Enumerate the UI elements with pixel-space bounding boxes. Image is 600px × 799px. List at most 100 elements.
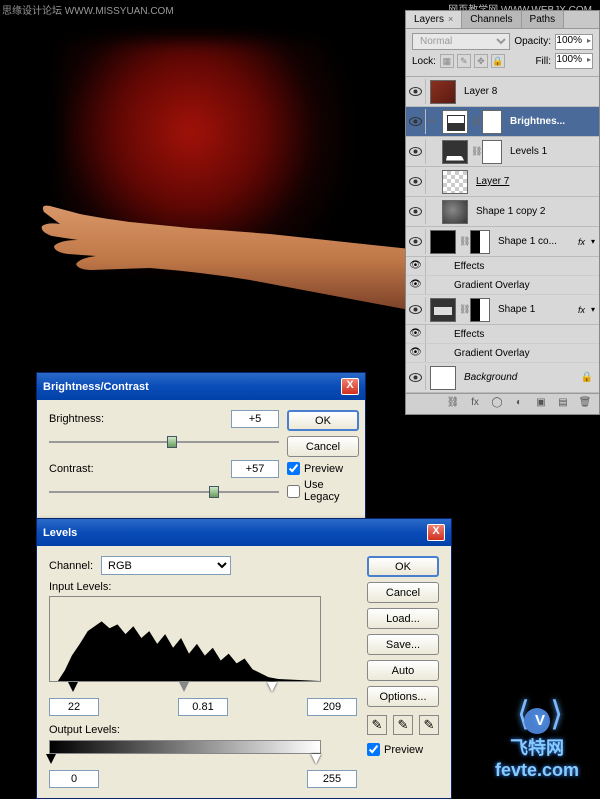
options-button[interactable]: Options...: [367, 686, 439, 707]
channel-select[interactable]: RGB: [101, 556, 231, 575]
output-black-field[interactable]: [49, 770, 99, 788]
lock-transparency-icon[interactable]: ▦: [440, 54, 454, 68]
output-white-field[interactable]: [307, 770, 357, 788]
gradient-overlay-row[interactable]: 👁 Gradient Overlay: [406, 344, 599, 363]
chevron-down-icon[interactable]: ▾: [587, 237, 599, 246]
layer-thumbnail[interactable]: [430, 230, 456, 254]
vector-mask-thumbnail[interactable]: [470, 298, 490, 322]
tab-channels[interactable]: Channels: [462, 11, 521, 28]
layer-mask-thumbnail[interactable]: [482, 140, 502, 164]
layer-mask-icon[interactable]: ◯: [488, 397, 506, 411]
preview-checkbox[interactable]: Preview: [367, 743, 439, 756]
cancel-button[interactable]: Cancel: [287, 436, 359, 457]
layer-row[interactable]: ▾ ⛓ Brightnes...: [406, 107, 599, 137]
layer-thumbnail[interactable]: [430, 366, 456, 390]
visibility-icon[interactable]: 👁: [406, 276, 426, 294]
tab-paths[interactable]: Paths: [522, 11, 565, 28]
layer-style-icon[interactable]: fx: [466, 397, 484, 411]
brightness-input[interactable]: [231, 410, 279, 428]
cancel-button[interactable]: Cancel: [367, 582, 439, 603]
layer-thumbnail[interactable]: [430, 80, 456, 104]
ok-button[interactable]: OK: [367, 556, 439, 577]
opacity-input[interactable]: 100%: [555, 34, 593, 50]
preview-checkbox[interactable]: Preview: [287, 462, 359, 475]
auto-button[interactable]: Auto: [367, 660, 439, 681]
chevron-down-icon[interactable]: ▾: [587, 305, 599, 314]
chevron-down-icon[interactable]: ▾: [426, 116, 438, 127]
input-black-field[interactable]: [49, 698, 99, 716]
adjustment-thumbnail[interactable]: [442, 110, 468, 134]
effects-row[interactable]: 👁 Effects: [406, 325, 599, 344]
visibility-icon[interactable]: [409, 373, 422, 382]
contrast-input[interactable]: [231, 460, 279, 478]
layer-name[interactable]: Shape 1 co...: [494, 236, 578, 247]
ok-button[interactable]: OK: [287, 410, 359, 431]
lock-all-icon[interactable]: 🔒: [491, 54, 505, 68]
output-slider-track[interactable]: [49, 754, 321, 766]
layer-name[interactable]: Layer 8: [460, 86, 599, 97]
contrast-slider-thumb[interactable]: [209, 486, 219, 498]
layer-row[interactable]: Layer 8: [406, 77, 599, 107]
layer-row[interactable]: ⛓ Shape 1 co... fx ▾: [406, 227, 599, 257]
save-button[interactable]: Save...: [367, 634, 439, 655]
visibility-icon[interactable]: [409, 147, 422, 156]
effects-row[interactable]: 👁 Effects: [406, 257, 599, 276]
new-layer-icon[interactable]: ▤: [554, 397, 572, 411]
bc-titlebar[interactable]: Brightness/Contrast X: [37, 373, 365, 400]
visibility-icon[interactable]: 👁: [406, 257, 426, 275]
layer-row[interactable]: ⛓ Shape 1 fx ▾: [406, 295, 599, 325]
lock-pixels-icon[interactable]: ✎: [457, 54, 471, 68]
layer-name[interactable]: Shape 1: [494, 304, 578, 315]
layer-thumbnail[interactable]: [442, 170, 468, 194]
close-icon[interactable]: X: [427, 524, 445, 541]
contrast-slider[interactable]: [49, 484, 279, 500]
lock-position-icon[interactable]: ✥: [474, 54, 488, 68]
adjustment-thumbnail[interactable]: [442, 140, 468, 164]
layer-row[interactable]: ⛓ Levels 1: [406, 137, 599, 167]
input-gamma-field[interactable]: [178, 698, 228, 716]
input-black-slider[interactable]: [68, 682, 78, 692]
layer-row[interactable]: Shape 1 copy 2: [406, 197, 599, 227]
layer-name[interactable]: Background: [460, 372, 581, 383]
layer-name[interactable]: Brightnes...: [506, 116, 599, 127]
vector-mask-thumbnail[interactable]: [470, 230, 490, 254]
blend-mode-select[interactable]: Normal: [412, 33, 510, 50]
visibility-icon[interactable]: 👁: [406, 325, 426, 343]
input-white-field[interactable]: [307, 698, 357, 716]
brightness-slider[interactable]: [49, 434, 279, 450]
output-black-slider[interactable]: [46, 754, 56, 764]
visibility-icon[interactable]: [409, 207, 422, 216]
eyedropper-black-icon[interactable]: ✎: [367, 715, 387, 735]
load-button[interactable]: Load...: [367, 608, 439, 629]
layer-thumbnail[interactable]: [442, 200, 468, 224]
fill-input[interactable]: 100%: [555, 53, 593, 69]
layer-mask-thumbnail[interactable]: [482, 110, 502, 134]
output-white-slider[interactable]: [311, 754, 321, 764]
eyedropper-white-icon[interactable]: ✎: [419, 715, 439, 735]
layer-row[interactable]: Background 🔒: [406, 363, 599, 393]
layer-name[interactable]: Shape 1 copy 2: [472, 206, 599, 217]
visibility-icon[interactable]: [409, 87, 422, 96]
visibility-icon[interactable]: [409, 177, 422, 186]
visibility-icon[interactable]: [409, 117, 422, 126]
adjustment-layer-icon[interactable]: ◐: [510, 397, 528, 411]
gradient-overlay-row[interactable]: 👁 Gradient Overlay: [406, 276, 599, 295]
input-gamma-slider[interactable]: [179, 682, 189, 692]
layer-thumbnail[interactable]: [430, 298, 456, 322]
use-legacy-checkbox[interactable]: Use Legacy: [287, 479, 359, 503]
lv-titlebar[interactable]: Levels X: [37, 519, 451, 546]
close-icon[interactable]: X: [341, 378, 359, 395]
input-slider-track[interactable]: [49, 682, 321, 694]
delete-layer-icon[interactable]: 🗑: [576, 397, 594, 411]
layer-name[interactable]: Levels 1: [506, 146, 599, 157]
tab-layers[interactable]: Layers×: [406, 11, 462, 28]
layer-row[interactable]: Layer 7: [406, 167, 599, 197]
layer-name[interactable]: Layer 7: [472, 176, 599, 187]
input-white-slider[interactable]: [267, 682, 277, 692]
visibility-icon[interactable]: 👁: [406, 344, 426, 362]
eyedropper-gray-icon[interactable]: ✎: [393, 715, 413, 735]
new-group-icon[interactable]: ▣: [532, 397, 550, 411]
visibility-icon[interactable]: [409, 305, 422, 314]
visibility-icon[interactable]: [409, 237, 422, 246]
link-layers-icon[interactable]: ⛓: [444, 397, 462, 411]
